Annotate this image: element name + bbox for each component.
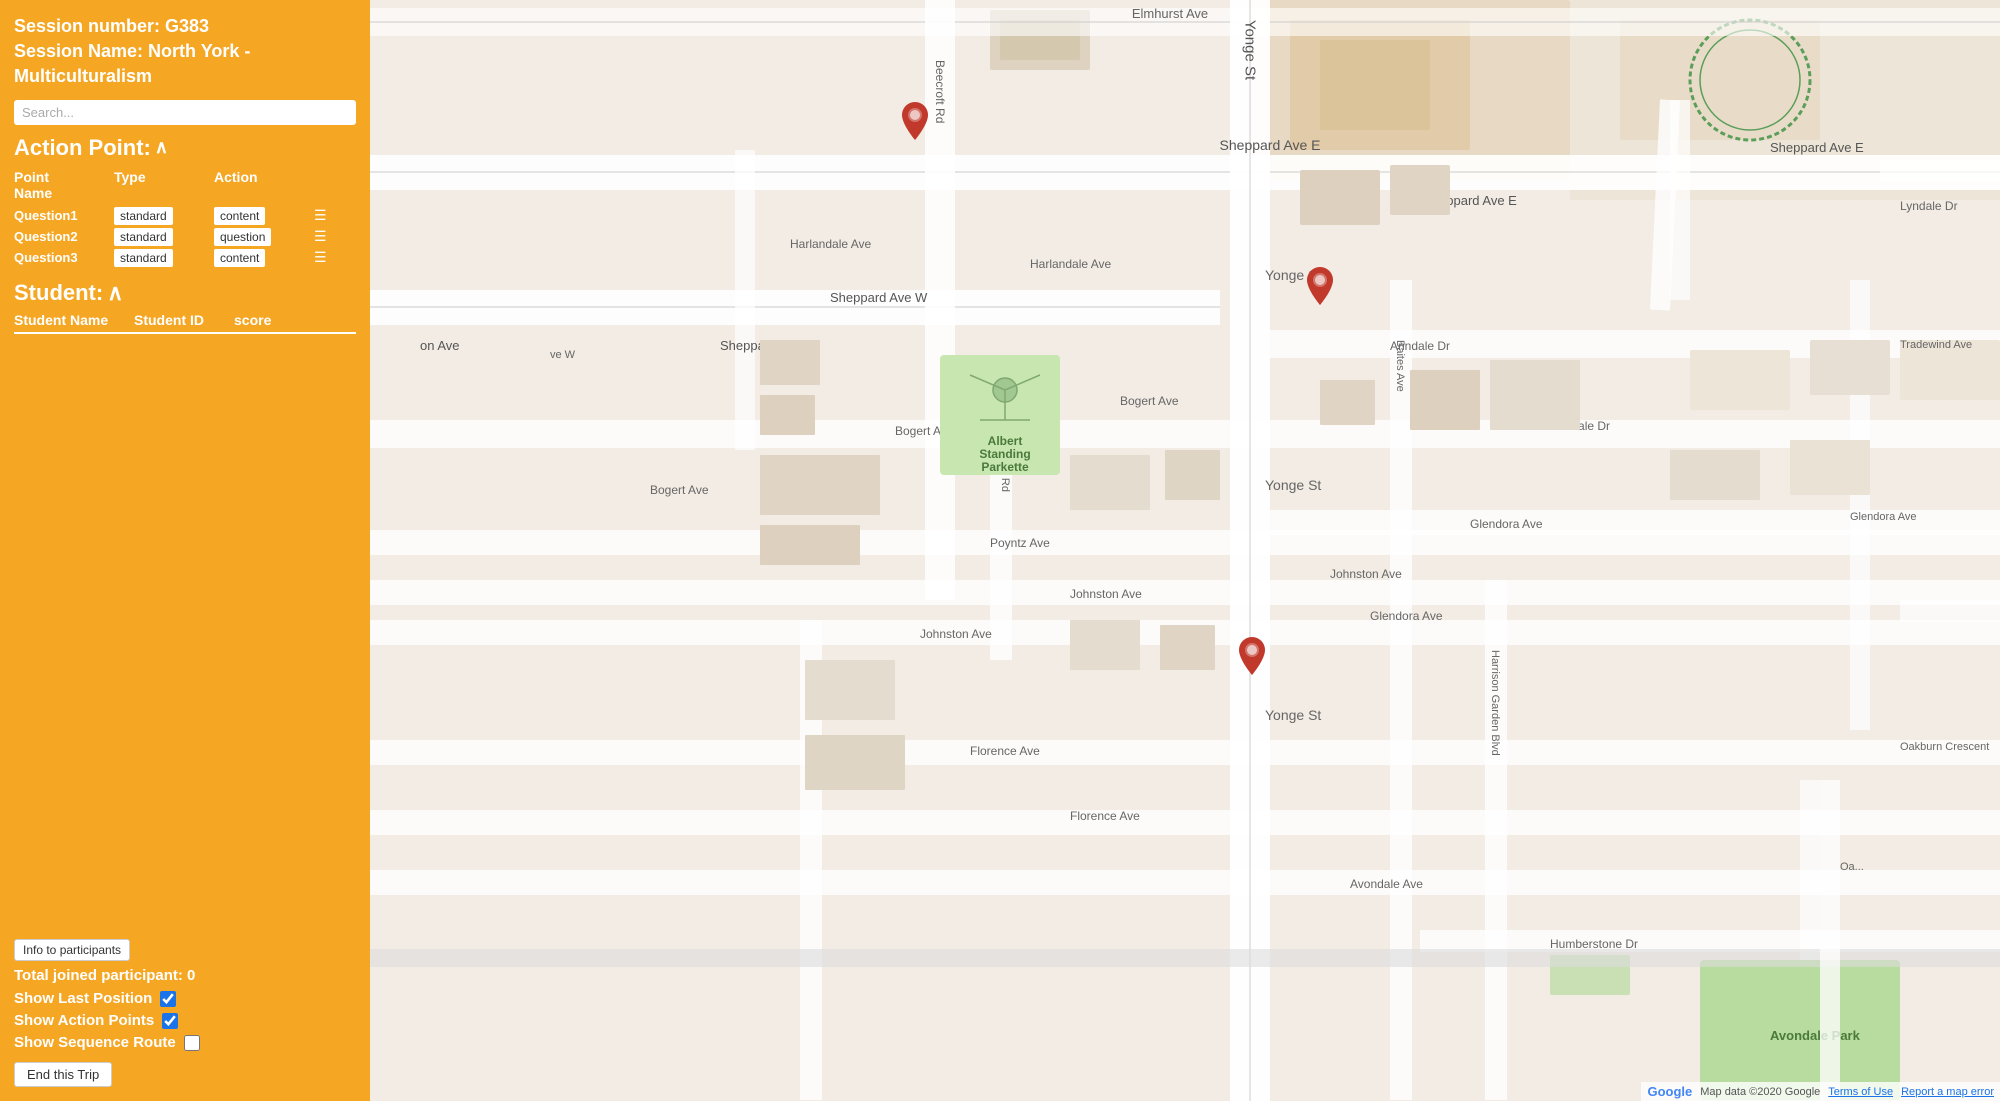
row2-edit-icon[interactable]: ☰	[314, 228, 334, 245]
svg-text:Bogert Ave: Bogert Ave	[1120, 394, 1179, 408]
terms-link[interactable]: Terms of Use	[1828, 1086, 1893, 1098]
total-joined-label: Total joined participant: 0	[14, 967, 356, 984]
svg-text:Bogert Ave: Bogert Ave	[650, 483, 709, 497]
svg-text:Florence Ave: Florence Ave	[970, 744, 1040, 758]
show-action-points-label: Show Action Points	[14, 1012, 154, 1029]
svg-text:Humberstone Dr: Humberstone Dr	[1550, 937, 1638, 951]
show-last-position-checkbox[interactable]	[160, 991, 176, 1007]
col-type: Type	[114, 169, 214, 201]
action-point-chevron[interactable]: ∧	[155, 137, 168, 158]
map-container: Elmhurst Ave Sheppard Ave E Sheppard Ave…	[370, 0, 2000, 1101]
svg-text:Glendora Ave: Glendora Ave	[1470, 517, 1543, 531]
row1-type: standard	[114, 207, 173, 225]
search-input[interactable]	[14, 100, 356, 125]
map-attribution: Google Map data ©2020 Google Terms of Us…	[1641, 1082, 2000, 1101]
show-last-position-label: Show Last Position	[14, 990, 152, 1007]
report-link[interactable]: Report a map error	[1901, 1086, 1994, 1098]
col-score: score	[234, 312, 304, 328]
svg-text:Baites Ave: Baites Ave	[1394, 340, 1406, 392]
row1-name: Question1	[14, 208, 114, 223]
svg-text:Yonge St: Yonge St	[1265, 707, 1321, 723]
svg-text:Harlandale Ave: Harlandale Ave	[790, 237, 871, 251]
svg-text:Yonge St: Yonge St	[1265, 477, 1321, 493]
svg-text:ve W: ve W	[550, 349, 576, 361]
session-info: Session number: G383 Session Name: North…	[14, 14, 356, 90]
row2-type: standard	[114, 228, 173, 246]
svg-text:Yonge St: Yonge St	[1242, 20, 1259, 81]
svg-text:Albert: Albert	[988, 434, 1023, 448]
table-row: Question3 standard content ☰	[14, 249, 356, 267]
svg-text:Florence Ave: Florence Ave	[1070, 809, 1140, 823]
table-row: Question2 standard question ☰	[14, 228, 356, 246]
student-section-title: Student: ∧	[14, 280, 356, 306]
row1-action: content	[214, 207, 265, 225]
action-point-rows: Question1 standard content ☰ Question2 s…	[14, 207, 356, 270]
show-sequence-route-row: Show Sequence Route	[14, 1034, 356, 1051]
student-title-text: Student:	[14, 280, 103, 306]
action-point-section-title: Action Point: ∧	[14, 135, 356, 161]
svg-text:Sheppard Ave E: Sheppard Ave E	[1770, 140, 1864, 155]
col-edit	[314, 169, 334, 201]
col-student-id: Student ID	[134, 312, 234, 328]
svg-text:Glendora Ave: Glendora Ave	[1370, 609, 1443, 623]
svg-text:Oakburn Crescent: Oakburn Crescent	[1900, 741, 1989, 753]
svg-text:Oa...: Oa...	[1840, 861, 1864, 873]
row2-name: Question2	[14, 229, 114, 244]
action-point-title-text: Action Point:	[14, 135, 151, 161]
svg-text:Johnston Ave: Johnston Ave	[1330, 567, 1402, 581]
row3-edit-icon[interactable]: ☰	[314, 249, 334, 266]
row3-type: standard	[114, 249, 173, 267]
col-action: Action	[214, 169, 314, 201]
svg-text:Glendora Ave: Glendora Ave	[1850, 511, 1916, 523]
info-participants-button[interactable]: Info to participants	[14, 939, 130, 961]
svg-text:Lyndale Dr: Lyndale Dr	[1900, 199, 1958, 213]
bottom-panel: Info to participants Total joined partic…	[14, 939, 356, 1087]
svg-text:Avondale Park: Avondale Park	[1770, 1028, 1861, 1043]
col-student-name: Student Name	[14, 312, 134, 328]
map-area[interactable]: Elmhurst Ave Sheppard Ave E Sheppard Ave…	[370, 0, 2000, 1101]
svg-text:Standing: Standing	[979, 447, 1030, 461]
map-svg: Elmhurst Ave Sheppard Ave E Sheppard Ave…	[370, 0, 2000, 1101]
student-table-header: Student Name Student ID score	[14, 310, 356, 334]
map-pin-3[interactable]	[1237, 637, 1267, 680]
show-sequence-route-label: Show Sequence Route	[14, 1034, 176, 1051]
student-chevron[interactable]: ∧	[107, 280, 123, 306]
svg-text:Johnston Ave: Johnston Ave	[1070, 587, 1142, 601]
svg-text:Harlandale Ave: Harlandale Ave	[1030, 257, 1111, 271]
map-pin-1[interactable]	[900, 102, 930, 145]
svg-text:Sheppard Ave W: Sheppard Ave W	[830, 290, 928, 305]
session-number: Session number: G383	[14, 14, 356, 39]
end-trip-button[interactable]: End this Trip	[14, 1062, 112, 1087]
svg-text:Elmhurst Ave: Elmhurst Ave	[1132, 6, 1208, 21]
svg-text:Sheppard Ave E: Sheppard Ave E	[1220, 137, 1321, 153]
show-last-position-row: Show Last Position	[14, 990, 356, 1007]
row2-action: question	[214, 228, 271, 246]
sidebar: Session number: G383 Session Name: North…	[0, 0, 370, 1101]
col-point-name: PointName	[14, 169, 114, 201]
svg-text:Avondale Ave: Avondale Ave	[1350, 877, 1423, 891]
svg-text:Beecroft Rd: Beecroft Rd	[933, 60, 947, 123]
show-action-points-checkbox[interactable]	[162, 1013, 178, 1029]
table-row: Question1 standard content ☰	[14, 207, 356, 225]
row3-action: content	[214, 249, 265, 267]
map-data-text: Map data ©2020 Google	[1700, 1086, 1820, 1098]
action-point-table-header: PointName Type Action	[14, 167, 356, 203]
google-logo: Google	[1647, 1084, 1692, 1099]
svg-text:Tradewind Ave: Tradewind Ave	[1900, 339, 1972, 351]
svg-text:Johnston Ave: Johnston Ave	[920, 627, 992, 641]
show-action-points-row: Show Action Points	[14, 1012, 356, 1029]
row3-name: Question3	[14, 250, 114, 265]
svg-text:Poyntz Ave: Poyntz Ave	[990, 536, 1050, 550]
map-pin-2[interactable]	[1305, 267, 1335, 310]
session-name: Session Name: North York - Multicultural…	[14, 39, 356, 89]
row1-edit-icon[interactable]: ☰	[314, 207, 334, 224]
show-sequence-route-checkbox[interactable]	[184, 1035, 200, 1051]
svg-text:on Ave: on Ave	[420, 338, 460, 353]
svg-text:Harrison Garden Blvd: Harrison Garden Blvd	[1489, 650, 1501, 756]
svg-text:Parkette: Parkette	[981, 460, 1029, 474]
